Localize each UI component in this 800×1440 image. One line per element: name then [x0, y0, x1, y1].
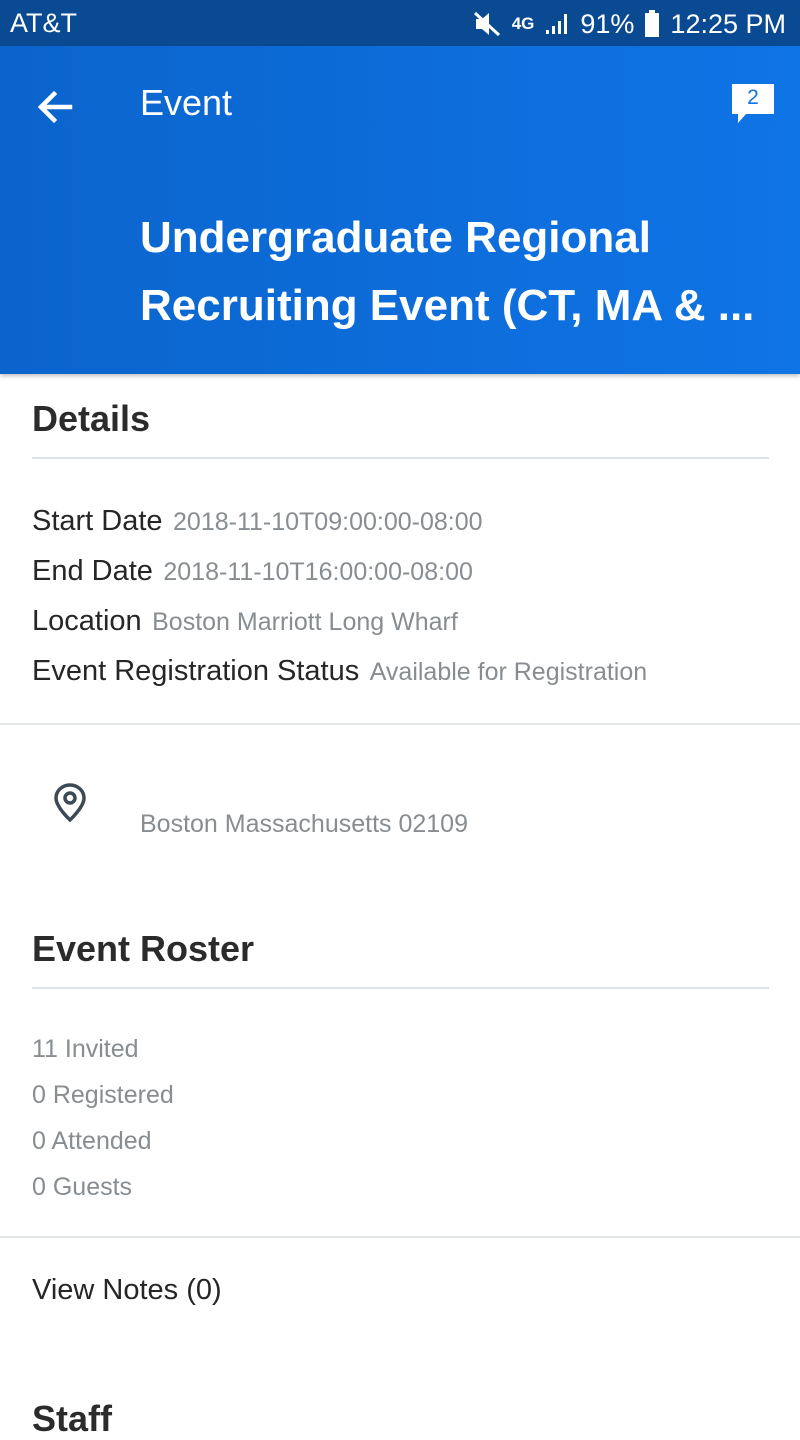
event-title-line1: Undergraduate Regional — [140, 213, 651, 262]
section-divider — [0, 723, 800, 725]
roster-divider — [32, 987, 769, 989]
event-title: Undergraduate Regional Recruiting Event … — [140, 204, 770, 340]
view-notes-link[interactable]: View Notes (0) — [32, 1274, 222, 1307]
start-date-value: 2018-11-10T09:00:00-08:00 — [173, 508, 483, 536]
location-value: Boston Marriott Long Wharf — [152, 608, 458, 636]
registration-status-label: Event Registration Status — [32, 655, 360, 687]
clock: 12:25 PM — [670, 8, 786, 39]
comments-count: 2 — [747, 86, 759, 109]
end-date-label: End Date — [32, 555, 153, 587]
detail-row-end-date: End Date 2018-11-10T16:00:00-08:00 — [32, 555, 473, 588]
end-date-value: 2018-11-10T16:00:00-08:00 — [163, 558, 473, 586]
battery-percent: 91% — [580, 8, 635, 39]
detail-row-start-date: Start Date 2018-11-10T09:00:00-08:00 — [32, 505, 483, 538]
roster-invited: 11 Invited — [32, 1035, 139, 1063]
app-header: Event 2 Undergraduate Regional Recruitin… — [0, 46, 800, 374]
roster-guests: 0 Guests — [32, 1173, 133, 1201]
header-title: Event — [140, 82, 233, 123]
start-date-label: Start Date — [32, 505, 163, 537]
staff-heading: Staff — [32, 1398, 112, 1439]
arrow-left-icon — [37, 90, 73, 124]
status-icons: 4G 91% 12:25 PM — [472, 8, 786, 40]
detail-row-location: Location Boston Marriott Long Wharf — [32, 605, 458, 638]
notes-divider — [0, 1236, 800, 1238]
event-title-line2: Recruiting Event (CT, MA & ... — [140, 281, 755, 330]
location-label: Location — [32, 605, 142, 637]
status-bar: AT&T 4G 91% 12:25 PM — [0, 0, 800, 46]
detail-row-registration-status: Event Registration Status Available for … — [32, 655, 647, 688]
registration-status-value: Available for Registration — [369, 658, 648, 686]
signal-icon — [546, 14, 568, 34]
details-heading: Details — [32, 398, 151, 439]
location-pin-icon — [54, 783, 86, 823]
battery-icon — [645, 10, 660, 37]
back-button[interactable] — [30, 82, 80, 132]
network-type: 4G — [511, 14, 535, 33]
roster-registered: 0 Registered — [32, 1081, 174, 1109]
roster-attended: 0 Attended — [32, 1127, 152, 1155]
mute-icon — [473, 11, 500, 37]
roster-heading: Event Roster — [32, 928, 255, 969]
address-text[interactable]: Boston Massachusetts 02109 — [140, 810, 468, 839]
details-divider — [32, 457, 769, 459]
carrier-name: AT&T — [10, 8, 77, 38]
comments-button[interactable]: 2 — [728, 80, 778, 130]
